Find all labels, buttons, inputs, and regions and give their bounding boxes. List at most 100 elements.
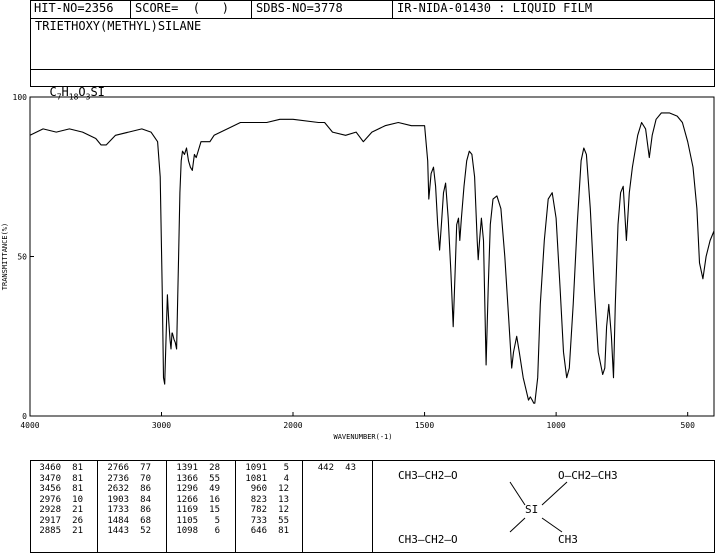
peak-entry: 646 81	[239, 526, 289, 536]
y-tick-label-0: 0	[22, 412, 27, 421]
peak-wavenumber: 646	[250, 526, 267, 536]
peak-wavenumber: 1391	[176, 463, 198, 473]
peak-entry: 733 55	[239, 516, 289, 526]
peak-transmittance: 16	[209, 494, 220, 505]
peak-column-divider	[235, 460, 236, 553]
peak-wavenumber: 3470	[39, 473, 61, 484]
peak-transmittance: 21	[72, 526, 83, 536]
peak-entry: 1091 5	[239, 463, 289, 473]
y-tick-label-100: 100	[13, 93, 28, 102]
peak-wavenumber: 1296	[176, 484, 198, 494]
peak-wavenumber: 2928	[39, 505, 61, 515]
spectrum-line	[29, 112, 715, 404]
peak-transmittance: 52	[140, 526, 151, 536]
peak-wavenumber: 2632	[107, 484, 129, 494]
peak-wavenumber: 1443	[107, 526, 129, 536]
y-tick-label-50: 50	[17, 253, 27, 262]
peak-wavenumber: 1169	[176, 505, 198, 515]
x-tick-label-1500: 1500	[415, 421, 434, 430]
peak-transmittance: 81	[278, 526, 289, 536]
peak-wavenumber: 960	[250, 484, 267, 494]
ir-spectrum-chart: 0 50 100 4000 3000 2000 1500 1000 500 WAVENUMBER(…	[1, 93, 715, 441]
peak-wavenumber: 1733	[107, 505, 129, 515]
peak-wavenumber: 1484	[107, 515, 129, 526]
peak-entry: 2976 10	[33, 495, 83, 505]
peak-entry: 1484 68	[101, 516, 151, 526]
peak-column-divider	[97, 460, 98, 553]
peak-wavenumber: 782	[250, 505, 267, 515]
y-axis-label: TRANSMITTANCE(%)	[1, 223, 9, 290]
x-axis-label: WAVENUMBER(-1)	[333, 433, 392, 441]
peak-entry: 442 43	[306, 463, 356, 473]
peak-entry: 2917 26	[33, 516, 83, 526]
peak-transmittance: 15	[209, 505, 220, 515]
sdbs-number: SDBS-NO=3778	[256, 1, 343, 15]
structure-bonds	[509, 481, 568, 533]
x-tick-label-2000: 2000	[283, 421, 302, 430]
peak-transmittance: 81	[72, 463, 83, 473]
plot-frame	[29, 96, 715, 417]
peak-wavenumber: 823	[250, 494, 267, 505]
x-tick-label-1000: 1000	[546, 421, 565, 430]
peak-transmittance: 77	[140, 463, 151, 473]
peak-wavenumber: 2766	[107, 463, 129, 473]
peak-entry: 782 12	[239, 505, 289, 515]
peak-entry: 1266 16	[170, 495, 220, 505]
peak-wavenumber: 1081	[245, 473, 267, 484]
peak-transmittance: 70	[140, 473, 151, 484]
peak-transmittance: 12	[278, 484, 289, 494]
peak-entry: 3470 81	[33, 474, 83, 484]
peak-transmittance: 55	[278, 515, 289, 526]
x-tick-label-3000: 3000	[152, 421, 171, 430]
peak-transmittance: 86	[140, 484, 151, 494]
peak-transmittance: 86	[140, 505, 151, 515]
peak-entry: 1081 4	[239, 474, 289, 484]
peak-wavenumber: 1266	[176, 494, 198, 505]
compound-name: TRIETHOXY(METHYL)SILANE	[35, 19, 202, 33]
peak-wavenumber: 3460	[39, 463, 61, 473]
peak-entry: 3456 81	[33, 484, 83, 494]
peak-wavenumber: 2885	[39, 526, 61, 536]
peak-transmittance: 10	[72, 494, 83, 505]
peak-wavenumber: 1105	[176, 515, 198, 526]
peak-entry: 1366 55	[170, 474, 220, 484]
peak-wavenumber: 2917	[39, 515, 61, 526]
peak-transmittance: 81	[72, 473, 83, 484]
peak-transmittance: 5	[283, 463, 289, 473]
peak-entry: 1105 5	[170, 516, 220, 526]
peak-entry: 2928 21	[33, 505, 83, 515]
peak-transmittance: 5	[214, 515, 220, 526]
peak-transmittance: 28	[209, 463, 220, 473]
peak-wavenumber: 442	[317, 463, 334, 473]
peak-entry: 2632 86	[101, 484, 151, 494]
peak-transmittance: 43	[345, 463, 356, 473]
peak-transmittance: 12	[278, 505, 289, 515]
peak-transmittance: 49	[209, 484, 220, 494]
peak-entry: 823 13	[239, 495, 289, 505]
peak-transmittance: 13	[278, 494, 289, 505]
peak-transmittance: 84	[140, 494, 151, 505]
peak-entry: 3460 81	[33, 463, 83, 473]
peak-wavenumber: 2736	[107, 473, 129, 484]
peak-entry: 1443 52	[101, 526, 151, 536]
peak-entry: 1391 28	[170, 463, 220, 473]
ir-method: IR-NIDA-01430 : LIQUID FILM	[397, 1, 593, 15]
peak-entry: 1098 6	[170, 526, 220, 536]
peak-transmittance: 4	[283, 473, 289, 484]
x-tick-label-4000: 4000	[20, 421, 39, 430]
peak-entry: 960 12	[239, 484, 289, 494]
peak-entry: 1903 84	[101, 495, 151, 505]
peak-entry: 1296 49	[170, 484, 220, 494]
peak-wavenumber: 1903	[107, 494, 129, 505]
peak-column-divider	[302, 460, 303, 553]
x-tick-label-500: 500	[680, 421, 695, 430]
peak-entry: 2885 21	[33, 526, 83, 536]
peak-column-divider	[166, 460, 167, 553]
peak-transmittance: 55	[209, 473, 220, 484]
peak-transmittance: 6	[214, 526, 220, 536]
peak-wavenumber: 3456	[39, 484, 61, 494]
peak-transmittance: 68	[140, 515, 151, 526]
peak-transmittance: 26	[72, 515, 83, 526]
peak-entry: 1733 86	[101, 505, 151, 515]
peak-wavenumber: 1366	[176, 473, 198, 484]
